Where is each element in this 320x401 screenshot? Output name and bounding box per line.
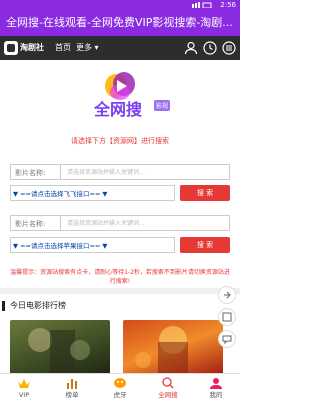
tab-label-search: 全网搜 — [158, 391, 178, 399]
poster-art-1 — [28, 328, 90, 375]
site-navbar: 淘剧社 首页 更多 ▾ — [0, 36, 240, 60]
movie-poster-2[interactable] — [123, 320, 223, 375]
share-button[interactable] — [218, 286, 236, 304]
signal-battery-icon — [192, 2, 212, 8]
source-select-2[interactable]: ▼ ==请点击选择苹果接口== ▼ — [10, 237, 175, 253]
tab-search[interactable]: 全网搜 — [144, 374, 192, 401]
poster-art-2 — [135, 326, 188, 375]
section-bar — [2, 301, 5, 311]
search-input-1[interactable]: 请选择资源站并输入关键词... — [60, 164, 230, 180]
tab-label-ranking: 榜单 — [65, 391, 79, 399]
history-icon[interactable] — [202, 40, 218, 56]
tab-ranking[interactable]: 榜单 — [48, 374, 96, 401]
expand-icon — [222, 312, 232, 322]
ranking-section-header: 今日电影排行榜 — [0, 294, 240, 318]
search-notice: 请选择下方【资源网】进行搜索 — [71, 137, 169, 145]
tip-text: 温馨提示：资源站搜索有点卡，请耐心等待1-2秒，若搜索不到影片请切换资源站进行搜… — [10, 269, 230, 285]
source-select-1[interactable]: ▼ ==请点击选择飞飞接口== ▼ — [10, 185, 175, 201]
movie-name-label-2: 影片名称: — [10, 215, 60, 231]
tab-vip[interactable]: VIP — [0, 374, 48, 401]
tab-label-vip: VIP — [18, 391, 30, 399]
nav-more[interactable]: 更多 ▾ — [76, 36, 99, 60]
status-time: 2:56 — [220, 1, 236, 9]
search-input-2[interactable]: 请选择资源站并输入关键词... — [60, 215, 230, 231]
brand-logo: 全网搜 影视 — [92, 72, 172, 120]
tab-mine[interactable]: 我的 — [192, 374, 240, 401]
vip-icon — [18, 379, 30, 388]
search-button-1[interactable]: 搜 索 — [180, 185, 230, 201]
search-icon — [162, 377, 174, 389]
comment-icon — [222, 335, 232, 345]
tab-label-mine: 我的 — [209, 391, 223, 399]
share-icon — [224, 291, 231, 299]
user-icon[interactable] — [183, 40, 199, 56]
chart-icon — [67, 379, 77, 389]
user-icon — [210, 378, 222, 389]
logo-icon — [4, 41, 18, 55]
nav-home[interactable]: 首页 — [55, 36, 71, 60]
huya-icon — [114, 378, 126, 388]
comment-button[interactable] — [218, 330, 236, 348]
section-title: 今日电影排行榜 — [10, 301, 66, 310]
bottom-nav: VIP 榜单 虎牙 全网搜 我的 — [0, 373, 240, 401]
logo-text: 淘剧社 — [20, 43, 44, 52]
app-title: 全网搜-在线观看-全网免费VIP影视搜索-淘剧... — [6, 16, 233, 29]
tab-huya[interactable]: 虎牙 — [96, 374, 144, 401]
movie-name-label-1: 影片名称: — [10, 164, 60, 180]
brand-title: 全网搜 — [94, 100, 143, 119]
fullscreen-button[interactable] — [218, 308, 236, 326]
menu-icon[interactable] — [221, 40, 237, 56]
brand-badge: 影视 — [154, 100, 171, 111]
app-title-bar: 全网搜-在线观看-全网免费VIP影视搜索-淘剧... — [0, 10, 240, 36]
movie-poster-1[interactable] — [10, 320, 110, 375]
site-logo[interactable]: 淘剧社 — [4, 40, 48, 56]
status-bar: 2:56 — [0, 0, 240, 10]
tab-label-huya: 虎牙 — [113, 391, 127, 399]
search-button-2[interactable]: 搜 索 — [180, 237, 230, 253]
